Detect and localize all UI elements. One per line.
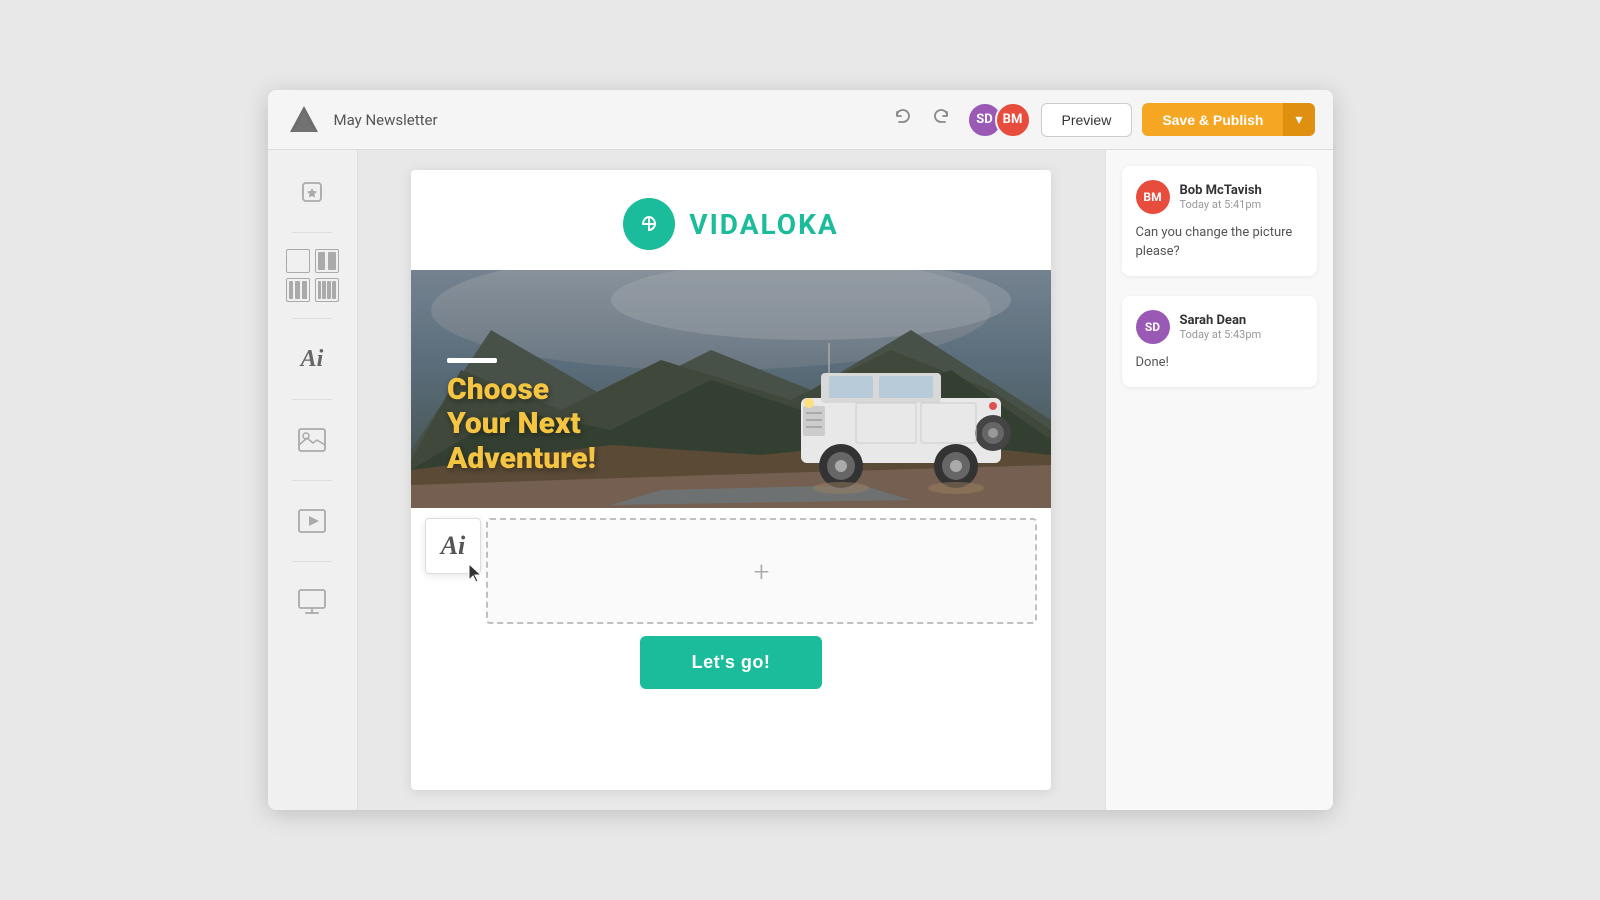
sidebar-divider-2 bbox=[292, 318, 332, 319]
text-drop-row: Ai + bbox=[411, 508, 1051, 620]
hero-accent-bar bbox=[447, 358, 497, 363]
preview-button[interactable]: Preview bbox=[1041, 103, 1133, 137]
hero-text-block: ChooseYour NextAdventure! bbox=[447, 358, 596, 477]
email-canvas: VIDALOKA bbox=[411, 170, 1051, 790]
layout-4col[interactable] bbox=[315, 278, 339, 302]
layout-grid bbox=[282, 245, 343, 306]
comment-entry-bm: BM Bob McTavish Today at 5:41pm Can you … bbox=[1122, 166, 1317, 276]
email-brand-header: VIDALOKA bbox=[411, 170, 1051, 270]
comment-meta-sd: Sarah Dean Today at 5:43pm bbox=[1180, 313, 1262, 341]
comment-time-sd: Today at 5:43pm bbox=[1180, 328, 1262, 341]
cta-button[interactable]: Let's go! bbox=[640, 636, 823, 689]
cta-section: Let's go! bbox=[411, 620, 1051, 709]
hero-image: ChooseYour NextAdventure! bbox=[411, 270, 1051, 508]
brand-logo-circle bbox=[623, 198, 675, 250]
save-publish-group: Save & Publish ▾ bbox=[1142, 103, 1314, 136]
layout-3col[interactable] bbox=[286, 278, 310, 302]
canvas-area[interactable]: VIDALOKA bbox=[358, 150, 1105, 810]
sidebar-divider-3 bbox=[292, 399, 332, 400]
document-title: May Newsletter bbox=[334, 111, 875, 129]
layout-2col[interactable] bbox=[315, 249, 339, 273]
comment-header-bm: BM Bob McTavish Today at 5:41pm bbox=[1136, 180, 1303, 214]
comments-panel: BM Bob McTavish Today at 5:41pm Can you … bbox=[1105, 150, 1333, 810]
comment-header-sd: SD Sarah Dean Today at 5:43pm bbox=[1136, 310, 1303, 344]
hero-headline: ChooseYour NextAdventure! bbox=[447, 373, 596, 477]
main-area: Ai bbox=[268, 150, 1333, 810]
header: May Newsletter SD BM Preview Save & Publ… bbox=[268, 90, 1333, 150]
comment-author-bm: Bob McTavish bbox=[1180, 183, 1262, 198]
sidebar-item-favorites[interactable] bbox=[284, 164, 340, 220]
floating-text-label: Ai bbox=[441, 531, 466, 561]
sidebar-item-text[interactable]: Ai bbox=[284, 331, 340, 387]
comment-avatar-bm: BM bbox=[1136, 180, 1170, 214]
sidebar-item-image[interactable] bbox=[284, 412, 340, 468]
left-sidebar: Ai bbox=[268, 150, 358, 810]
drop-zone-plus: + bbox=[754, 555, 770, 588]
cursor-icon bbox=[467, 562, 485, 584]
undo-redo-group bbox=[887, 103, 957, 136]
comment-author-sd: Sarah Dean bbox=[1180, 313, 1262, 328]
sidebar-item-video[interactable] bbox=[284, 493, 340, 549]
undo-button[interactable] bbox=[887, 103, 919, 136]
collaborators: SD BM bbox=[967, 102, 1031, 138]
sidebar-text-icon: Ai bbox=[301, 346, 324, 373]
header-actions: SD BM Preview Save & Publish ▾ bbox=[887, 102, 1315, 138]
save-publish-button[interactable]: Save & Publish bbox=[1142, 103, 1283, 136]
brand-name: VIDALOKA bbox=[689, 208, 838, 241]
app-window: May Newsletter SD BM Preview Save & Publ… bbox=[268, 90, 1333, 810]
app-logo bbox=[286, 102, 322, 138]
sidebar-divider-4 bbox=[292, 480, 332, 481]
save-publish-dropdown[interactable]: ▾ bbox=[1283, 103, 1314, 136]
sidebar-divider-5 bbox=[292, 561, 332, 562]
comment-meta-bm: Bob McTavish Today at 5:41pm bbox=[1180, 183, 1262, 211]
comment-time-bm: Today at 5:41pm bbox=[1180, 198, 1262, 211]
avatar-bm: BM bbox=[995, 102, 1031, 138]
comment-avatar-sd: SD bbox=[1136, 310, 1170, 344]
layout-1col[interactable] bbox=[286, 249, 310, 273]
sidebar-divider-1 bbox=[292, 232, 332, 233]
redo-button[interactable] bbox=[925, 103, 957, 136]
drop-zone[interactable]: + bbox=[486, 518, 1037, 624]
comment-entry-sd: SD Sarah Dean Today at 5:43pm Done! bbox=[1122, 296, 1317, 387]
sidebar-item-screen[interactable] bbox=[284, 574, 340, 630]
comment-text-sd: Done! bbox=[1136, 354, 1303, 373]
comment-text-bm: Can you change the picture please? bbox=[1136, 224, 1303, 262]
